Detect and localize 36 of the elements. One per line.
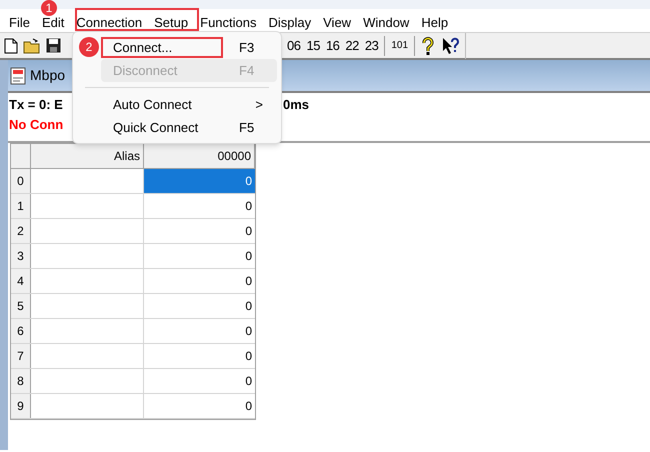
timeout-text: 0ms (283, 96, 310, 114)
menu-bar-item[interactable]: Connection (70, 16, 148, 29)
tx-status-text: Tx = 0: E (9, 96, 63, 114)
function-code-button[interactable]: 06 (284, 36, 304, 56)
row-header: 7 (11, 344, 31, 368)
function-code-button[interactable]: 22 (342, 36, 362, 56)
menu-item[interactable]: Auto Connect > (101, 93, 277, 116)
menu-bar-item[interactable]: Display (262, 16, 318, 29)
row-header: 4 (11, 269, 31, 293)
row-header: 0 (11, 169, 31, 193)
menu-bar-item[interactable]: Window (357, 16, 416, 29)
new-file-icon[interactable] (4, 38, 18, 54)
row-header: 1 (11, 194, 31, 218)
row-header: 2 (11, 219, 31, 243)
window-title: Mbpo (30, 66, 66, 85)
menu-bar-item[interactable]: Edit (36, 16, 70, 29)
connection-status-text: No Conn (9, 116, 64, 132)
menu-bar-item[interactable]: Setup (148, 16, 194, 29)
row-header: 3 (11, 244, 31, 268)
menu-item[interactable]: Quick Connect F5 (101, 116, 277, 139)
function-code-button[interactable]: 15 (303, 36, 323, 56)
function-code-button[interactable]: 16 (322, 36, 342, 56)
table-cell[interactable]: 0 (144, 169, 255, 193)
folder-icon[interactable] (23, 38, 41, 54)
row-header: 5 (11, 294, 31, 318)
help-icon[interactable] (422, 36, 434, 54)
menu-bar-item[interactable]: File (3, 16, 36, 29)
row-header: 9 (11, 394, 31, 418)
row-header: 8 (11, 369, 31, 393)
menu-bar-item[interactable]: View (317, 16, 358, 29)
function-code-button[interactable]: 23 (362, 36, 382, 56)
context-help-icon[interactable] (442, 36, 460, 54)
function-code-button[interactable]: 101 (388, 38, 412, 53)
menu-bar-item[interactable]: Help (415, 16, 454, 29)
row-header: 6 (11, 319, 31, 343)
menu-bar-item[interactable]: Functions (194, 16, 262, 29)
